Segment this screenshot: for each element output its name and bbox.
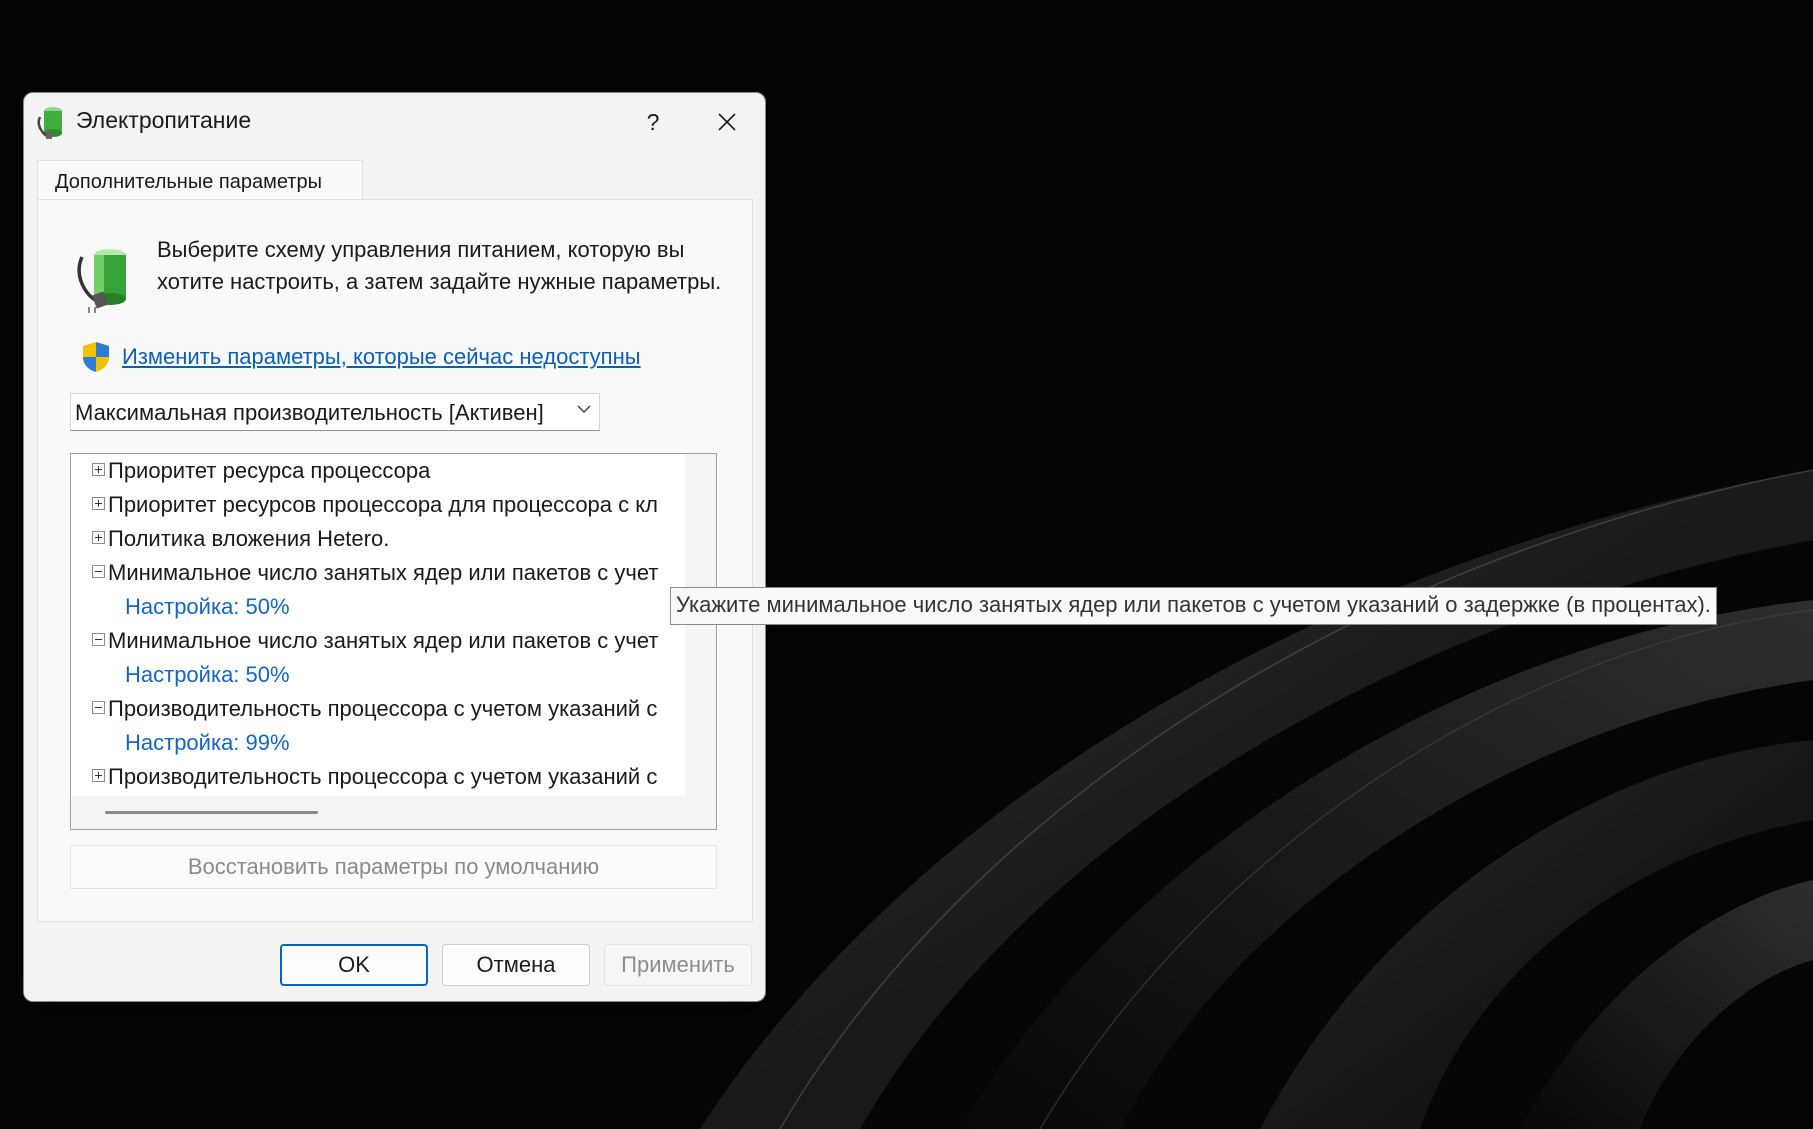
chevron-down-icon — [577, 405, 591, 414]
cancel-button[interactable]: Отмена — [442, 944, 590, 986]
setting-value-link[interactable]: Настройка: 50% — [125, 662, 290, 688]
restore-defaults-button[interactable]: Восстановить параметры по умолчанию — [70, 845, 717, 889]
tree-item-label: Производительность процессора с учетом у… — [108, 764, 658, 789]
tree-item-label: Минимальное число занятых ядер или пакет… — [108, 560, 659, 585]
tree-item[interactable]: Производительность процессора с учетом у… — [71, 692, 685, 726]
tree-item[interactable]: Приоритет ресурса процессора — [71, 454, 685, 488]
setting-tooltip: Укажите минимальное число занятых ядер и… — [670, 587, 1717, 625]
close-icon — [718, 113, 736, 131]
settings-tree-viewport: Приоритет ресурса процессора Приоритет р… — [71, 454, 685, 796]
window-title: Электропитание — [76, 107, 252, 133]
horizontal-scrollbar[interactable] — [71, 796, 716, 829]
description-text: Выберите схему управления питанием, кото… — [157, 237, 722, 294]
power-plug-battery-icon — [37, 107, 62, 139]
apply-button[interactable]: Применить — [604, 944, 752, 986]
minus-box-icon[interactable] — [92, 701, 105, 714]
vertical-scrollbar[interactable] — [685, 454, 716, 796]
minus-box-icon[interactable] — [92, 633, 105, 646]
tree-item[interactable]: Минимальное число занятых ядер или пакет… — [71, 624, 685, 658]
tree-item[interactable]: Приоритет ресурсов процессора для процес… — [71, 488, 685, 522]
plus-box-icon[interactable] — [92, 463, 105, 476]
tree-item-label: Приоритет ресурсов процессора для процес… — [108, 492, 658, 517]
tree-item[interactable]: Политика вложения Hetero. — [71, 522, 685, 556]
power-options-dialog: Электропитание ? Дополнительные параметр… — [23, 92, 766, 1002]
change-unavailable-settings-link[interactable]: Изменить параметры, которые сейчас недос… — [122, 344, 641, 370]
tree-item[interactable]: Минимальное число занятых ядер или пакет… — [71, 556, 685, 590]
tree-item[interactable]: Производительность процессора с учетом у… — [71, 760, 685, 794]
settings-tree[interactable]: Приоритет ресурса процессора Приоритет р… — [70, 453, 717, 830]
power-plan-select-value: Максимальная производительность [Активен… — [75, 400, 544, 425]
plus-box-icon[interactable] — [92, 769, 105, 782]
setting-value-link[interactable]: Настройка: 50% — [125, 594, 290, 620]
title-bar[interactable]: Электропитание ? — [24, 93, 765, 149]
tree-item-label: Политика вложения Hetero. — [108, 526, 390, 551]
plus-box-icon[interactable] — [92, 531, 105, 544]
close-button[interactable] — [690, 101, 764, 143]
ok-button[interactable]: OK — [280, 944, 428, 986]
tree-item-label: Производительность процессора с учетом у… — [108, 696, 658, 721]
battery-plug-icon — [77, 249, 126, 313]
help-button[interactable]: ? — [616, 101, 690, 143]
tab-advanced-settings[interactable]: Дополнительные параметры — [37, 160, 363, 200]
horizontal-scrollbar-thumb[interactable] — [105, 811, 318, 814]
tree-item-label: Приоритет ресурса процессора — [108, 458, 431, 483]
minus-box-icon[interactable] — [92, 565, 105, 578]
setting-value-link[interactable]: Настройка: 99% — [125, 730, 290, 756]
uac-shield-icon — [83, 342, 109, 372]
plus-box-icon[interactable] — [92, 497, 105, 510]
tree-item-label: Минимальное число занятых ядер или пакет… — [108, 628, 659, 653]
power-plan-select[interactable]: Максимальная производительность [Активен… — [70, 393, 600, 431]
